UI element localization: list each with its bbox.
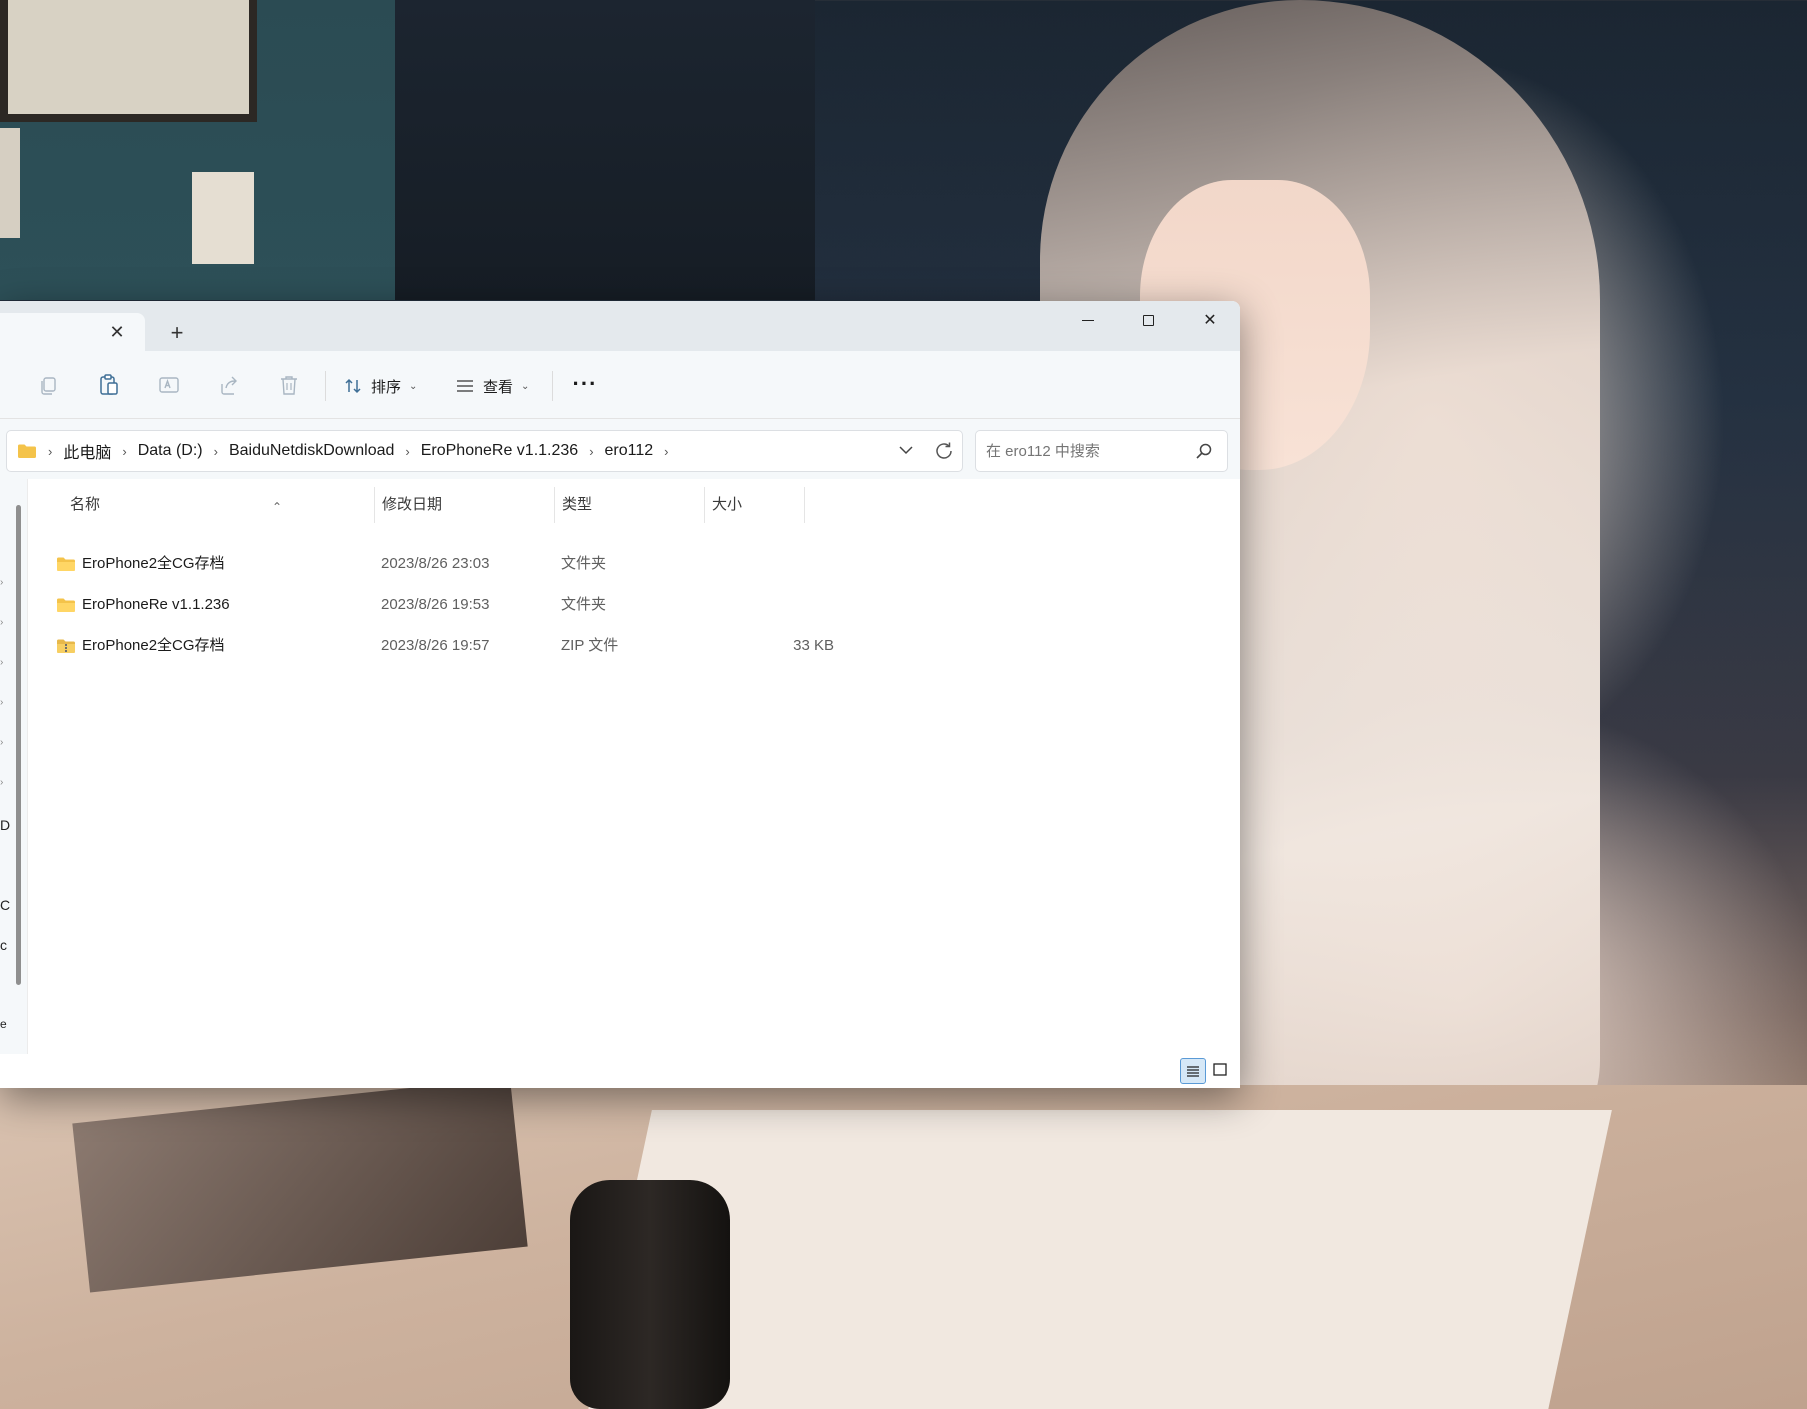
refresh-button[interactable] — [932, 439, 956, 463]
file-type: 文件夹 — [561, 596, 607, 613]
wallpaper-note — [0, 128, 20, 238]
tab-bar: ✕ + ✕ — [0, 301, 1240, 351]
file-name: EroPhone2全CG存档 — [82, 555, 225, 572]
expand-icon[interactable]: › — [0, 617, 8, 628]
address-row: › 此电脑 › Data (D:) › BaiduNetdiskDownload… — [0, 419, 1240, 479]
sort-label: 排序 — [371, 378, 402, 396]
expand-icon[interactable]: › — [0, 777, 8, 788]
file-row[interactable]: EroPhone2全CG存档 2023/8/26 19:57 ZIP 文件 33… — [40, 626, 834, 666]
wallpaper-picture-frame — [0, 0, 257, 122]
breadcrumb-separator[interactable]: › — [48, 444, 52, 459]
file-explorer-window: ✕ + ✕ 排序 ⌄ 查看 ⌄ ··· › 此电脑 › Data (D:) › … — [0, 301, 1240, 1088]
navigation-scrollbar[interactable] — [16, 505, 21, 985]
folder-icon — [57, 598, 75, 612]
maximize-icon — [1142, 315, 1154, 327]
command-bar: 排序 ⌄ 查看 ⌄ ··· — [0, 351, 1240, 419]
refresh-icon — [936, 442, 952, 459]
file-date: 2023/8/26 19:57 — [381, 637, 490, 654]
search-icon[interactable] — [1195, 442, 1213, 460]
sort-ascending-icon: ⌃ — [272, 500, 283, 514]
sort-menu-button[interactable]: 排序 ⌄ — [343, 371, 417, 401]
minimize-button[interactable] — [1058, 301, 1118, 341]
wallpaper-mug — [570, 1180, 730, 1409]
zip-folder-icon — [57, 639, 75, 653]
breadcrumb-separator[interactable]: › — [214, 444, 218, 459]
details-view-icon — [1187, 1066, 1199, 1077]
paste-icon[interactable] — [96, 372, 122, 398]
expand-icon[interactable]: › — [0, 577, 8, 588]
expand-icon[interactable]: › — [0, 657, 8, 668]
breadcrumb-separator[interactable]: › — [664, 444, 668, 459]
maximize-button[interactable] — [1118, 301, 1178, 341]
file-type: ZIP 文件 — [561, 637, 619, 654]
breadcrumb-separator[interactable]: › — [405, 444, 409, 459]
tiles-view-button[interactable] — [1208, 1058, 1234, 1084]
new-tab-button[interactable]: + — [165, 321, 189, 345]
wallpaper-sketch-paper — [588, 1110, 1612, 1409]
breadcrumb-separator[interactable]: › — [122, 444, 126, 459]
more-options-button[interactable]: ··· — [570, 371, 600, 401]
file-row[interactable]: EroPhone2全CG存档 2023/8/26 23:03 文件夹 — [40, 544, 810, 584]
file-date: 2023/8/26 23:03 — [381, 555, 490, 572]
column-header-name[interactable]: 名称 ⌃ — [62, 487, 374, 523]
search-input[interactable] — [986, 442, 1186, 460]
chevron-down-icon — [899, 446, 913, 455]
breadcrumb-baidunetdiskdownload[interactable]: BaiduNetdiskDownload — [229, 442, 394, 460]
expand-icon[interactable]: › — [0, 697, 8, 708]
file-row[interactable]: EroPhoneRe v1.1.236 2023/8/26 19:53 文件夹 — [40, 585, 810, 625]
breadcrumb-ero112[interactable]: ero112 — [605, 442, 654, 460]
toolbar-separator — [325, 371, 326, 401]
chevron-down-icon: ⌄ — [521, 380, 530, 392]
file-type: 文件夹 — [561, 555, 607, 572]
file-name: EroPhoneRe v1.1.236 — [82, 596, 230, 613]
navigation-pane[interactable]: › › › › › › D C c e — [0, 479, 28, 1054]
folder-icon — [57, 557, 75, 571]
breadcrumb-separator[interactable]: › — [589, 444, 593, 459]
wallpaper-note — [192, 172, 254, 264]
minimize-icon — [1082, 320, 1094, 322]
file-date: 2023/8/26 19:53 — [381, 596, 490, 613]
file-name: EroPhone2全CG存档 — [82, 637, 225, 654]
toolbar-separator — [552, 371, 553, 401]
details-view-button[interactable] — [1180, 1058, 1206, 1084]
nav-item-label[interactable]: D — [0, 817, 10, 833]
column-divider[interactable] — [804, 487, 805, 523]
nav-item-label[interactable]: C — [0, 897, 10, 913]
column-header-type[interactable]: 类型 — [554, 487, 704, 523]
view-menu-button[interactable]: 查看 ⌄ — [455, 371, 529, 401]
nav-item-label[interactable]: e — [0, 1017, 8, 1031]
view-icon — [457, 380, 473, 392]
share-icon[interactable] — [216, 372, 242, 398]
close-button[interactable]: ✕ — [1180, 301, 1240, 341]
sort-icon — [345, 378, 361, 394]
rename-icon[interactable] — [156, 372, 182, 398]
tab-close-button[interactable]: ✕ — [106, 321, 128, 343]
breadcrumb-this-pc[interactable]: 此电脑 — [63, 439, 111, 463]
search-box[interactable] — [975, 430, 1228, 472]
address-history-dropdown[interactable] — [891, 442, 921, 460]
tiles-view-icon — [1213, 1063, 1227, 1076]
breadcrumb-erophonere[interactable]: EroPhoneRe v1.1.236 — [421, 442, 578, 460]
column-header-label: 名称 — [70, 496, 101, 513]
delete-icon[interactable] — [276, 372, 302, 398]
tab-ero112[interactable]: ✕ — [0, 313, 145, 351]
expand-icon[interactable]: › — [0, 737, 8, 748]
view-label: 查看 — [483, 378, 514, 396]
file-list-pane: › › › › › › D C c e 名称 ⌃ 修改日期 类型 大小 EroP… — [0, 479, 1240, 1088]
column-header-date[interactable]: 修改日期 — [374, 487, 554, 523]
copy-icon[interactable] — [36, 372, 62, 398]
column-header-size[interactable]: 大小 — [704, 487, 804, 523]
nav-item-label[interactable]: c — [0, 937, 8, 953]
folder-icon — [18, 444, 36, 458]
file-size: 33 KB — [793, 637, 834, 654]
chevron-down-icon: ⌄ — [409, 380, 418, 392]
wallpaper-doorway — [395, 0, 815, 300]
address-bar[interactable]: › 此电脑 › Data (D:) › BaiduNetdiskDownload… — [6, 430, 963, 472]
breadcrumb-data-d[interactable]: Data (D:) — [138, 442, 203, 460]
